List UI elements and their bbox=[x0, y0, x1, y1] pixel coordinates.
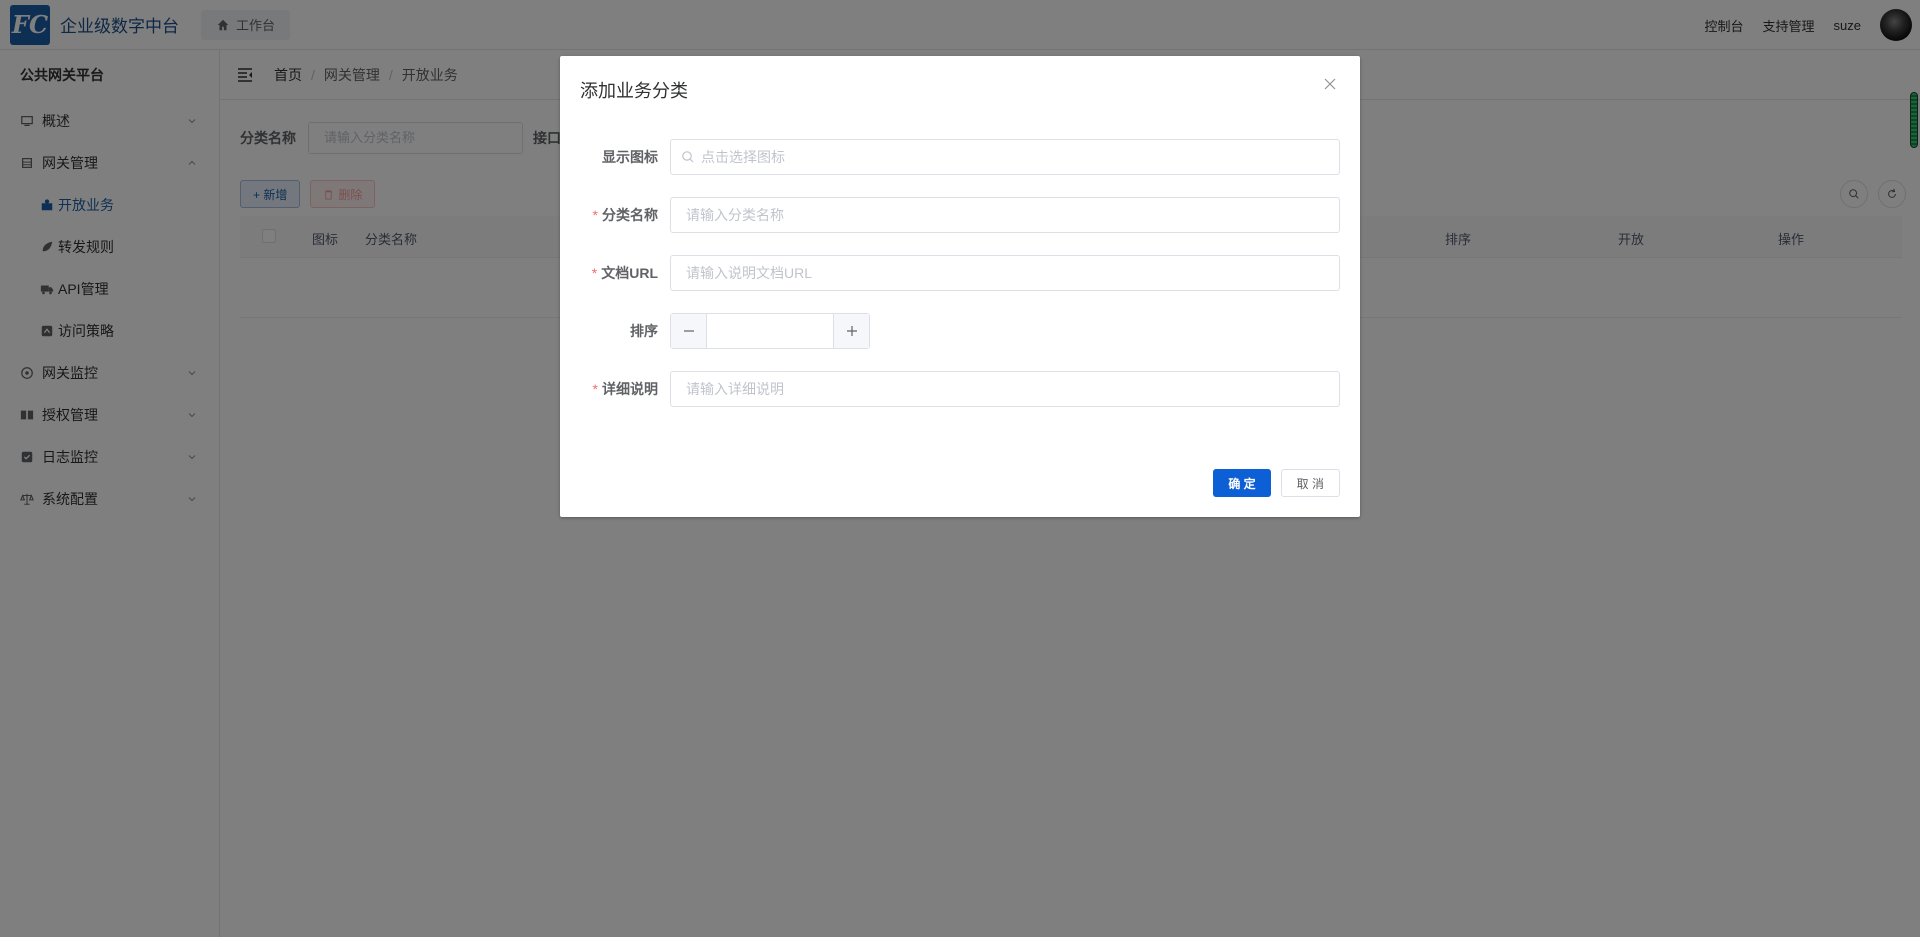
field-label: 显示图标 bbox=[602, 149, 658, 165]
required-mark: * bbox=[592, 381, 598, 397]
form-row-category-name: * 分类名称 请输入分类名称 bbox=[580, 197, 1340, 233]
sort-stepper bbox=[670, 313, 870, 349]
cancel-button[interactable]: 取 消 bbox=[1280, 469, 1340, 497]
doc-url-input[interactable]: 请输入说明文档URL bbox=[670, 255, 1340, 291]
confirm-button[interactable]: 确 定 bbox=[1213, 469, 1271, 497]
field-label: * 文档URL bbox=[591, 265, 658, 281]
field-label: * 详细说明 bbox=[592, 381, 658, 397]
minus-icon bbox=[683, 330, 694, 332]
dialog-title: 添加业务分类 bbox=[580, 81, 688, 101]
icon-select-input[interactable]: 点击选择图标 bbox=[670, 139, 1340, 175]
description-input[interactable]: 请输入详细说明 bbox=[670, 371, 1340, 407]
icon-select-placeholder: 点击选择图标 bbox=[701, 149, 785, 165]
category-name-input[interactable]: 请输入分类名称 bbox=[670, 197, 1340, 233]
increment-button[interactable] bbox=[833, 314, 869, 348]
close-icon[interactable] bbox=[1324, 78, 1336, 90]
decrement-button[interactable] bbox=[671, 314, 707, 348]
required-mark: * bbox=[592, 207, 598, 223]
plus-icon bbox=[846, 326, 857, 336]
field-label: 排序 bbox=[630, 323, 658, 339]
search-icon bbox=[682, 151, 694, 163]
dialog-footer: 确 定 取 消 bbox=[1213, 469, 1340, 497]
field-label: * 分类名称 bbox=[592, 207, 658, 223]
sort-input[interactable] bbox=[707, 314, 833, 348]
required-mark: * bbox=[591, 265, 598, 281]
form-row-doc-url: * 文档URL 请输入说明文档URL bbox=[580, 255, 1340, 291]
add-category-dialog: 添加业务分类 显示图标 点击选择图标 * 分类名称 请输入分类名称 * 文档URL … bbox=[560, 56, 1360, 517]
form-row-description: * 详细说明 请输入详细说明 bbox=[580, 371, 1340, 407]
form-row-icon: 显示图标 点击选择图标 bbox=[580, 139, 1340, 175]
form-row-sort: 排序 bbox=[580, 313, 1340, 349]
